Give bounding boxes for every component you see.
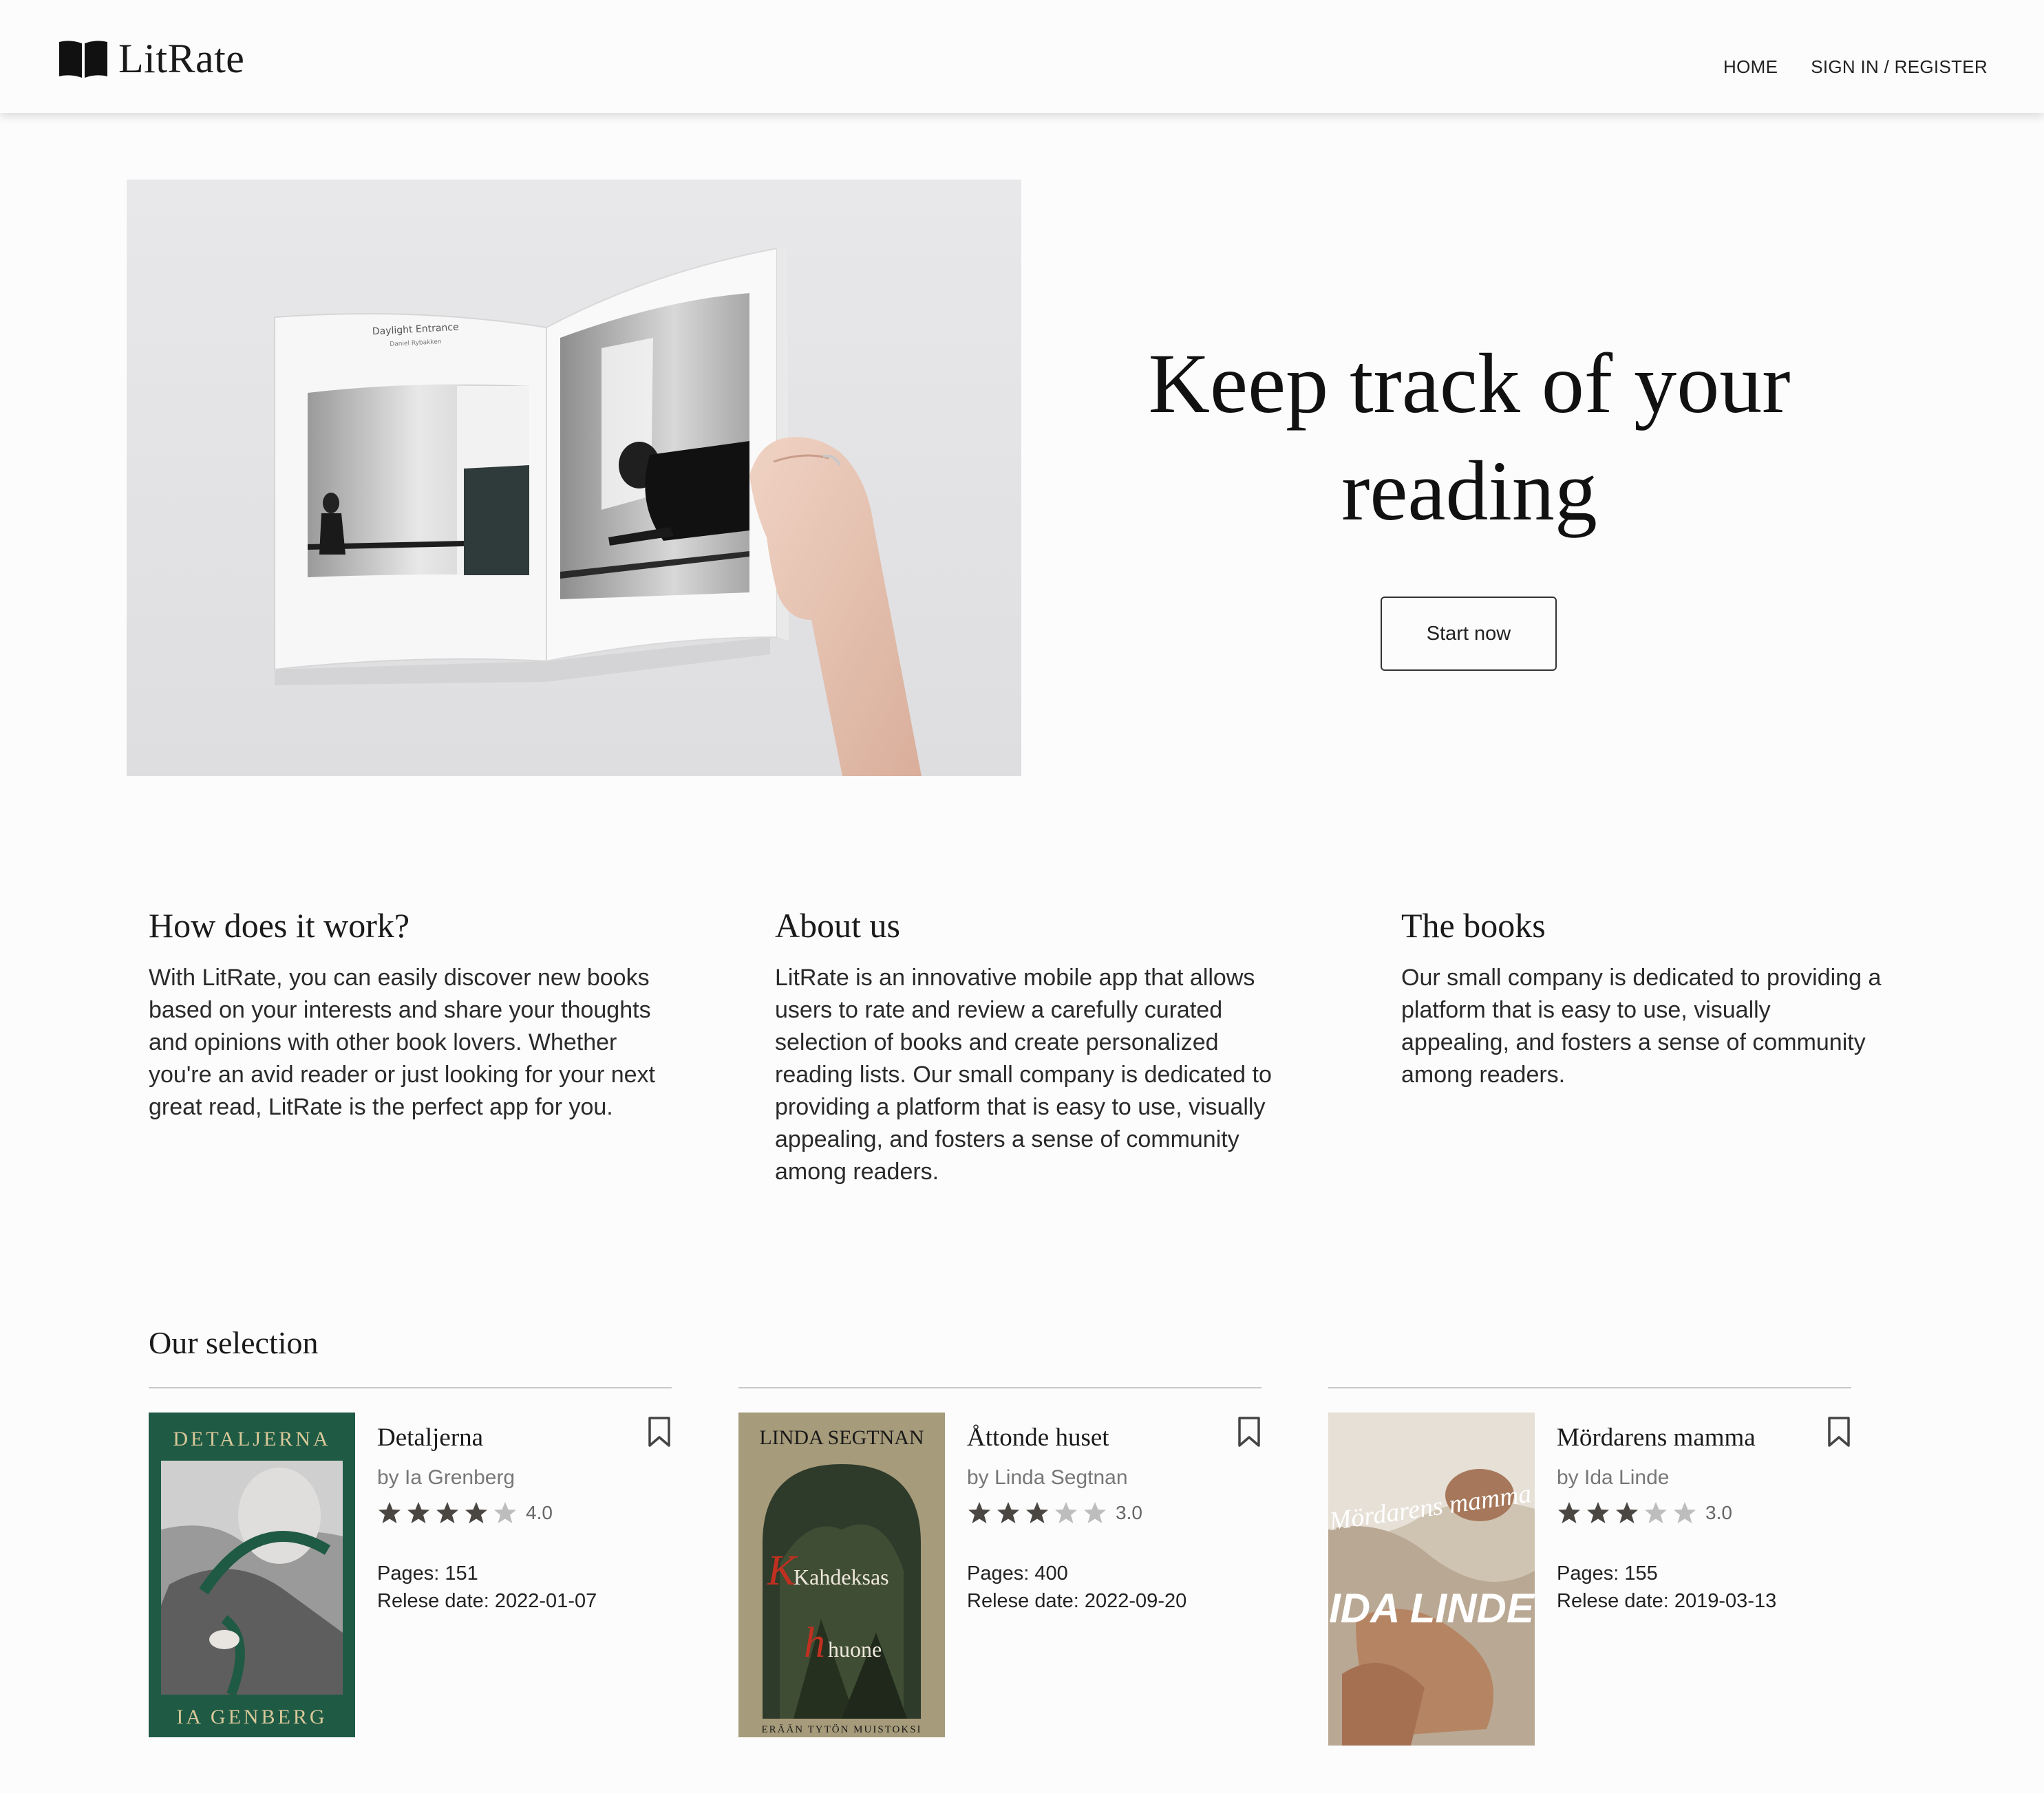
star-empty-icon	[1645, 1502, 1667, 1523]
main-nav: HOME SIGN IN / REGISTER	[1723, 56, 1988, 78]
star-filled-icon	[968, 1502, 990, 1523]
star-filled-icon	[997, 1502, 1019, 1523]
how-it-works-heading: How does it work?	[149, 906, 410, 945]
cover-top-text: DETALJERNA	[173, 1428, 330, 1450]
nav-home-link[interactable]: HOME	[1723, 56, 1778, 78]
book-info: Mördarens mamma by Ida Linde 3.0 Pages: …	[1557, 1423, 1846, 1615]
star-filled-icon	[1026, 1502, 1048, 1523]
book-meta: Pages: 155 Relese date: 2019-03-13	[1557, 1560, 1846, 1615]
book-title[interactable]: Detaljerna	[377, 1423, 666, 1452]
book-cover[interactable]: Mördarens mamma IDA LINDE	[1328, 1413, 1535, 1746]
svg-text:h: h	[804, 1620, 825, 1666]
book-pages: Pages: 151	[377, 1563, 478, 1585]
cover-bottom-text: ERÄÄN TYTÖN MUISTOKSI	[761, 1724, 922, 1735]
star-filled-icon	[436, 1502, 458, 1523]
star-filled-icon	[379, 1502, 401, 1523]
the-books-text: Our small company is dedicated to provid…	[1401, 965, 1882, 1088]
book-card[interactable]: LINDA SEGTNAN K Kahdeksas h huone ERÄÄN …	[738, 1387, 1261, 1746]
start-now-button[interactable]: Start now	[1381, 597, 1557, 671]
star-rating: 3.0	[1557, 1499, 1846, 1527]
book-release-date: Relese date: 2022-01-07	[377, 1590, 597, 1612]
hero-title: Keep track of your reading	[1148, 336, 1791, 538]
star-empty-icon	[1674, 1502, 1696, 1523]
cover-top-text: LINDA SEGTNAN	[759, 1426, 924, 1449]
open-book-photo: Daylight Entrance Daniel Rybakken	[127, 180, 1021, 776]
star-filled-icon	[1616, 1502, 1638, 1523]
book-cover-mordarens-mamma: Mördarens mamma IDA LINDE	[1328, 1413, 1535, 1746]
cover-author-text: IDA LINDE	[1329, 1585, 1535, 1631]
rating-value: 4.0	[526, 1502, 553, 1523]
top-navbar: LitRate HOME SIGN IN / REGISTER	[0, 0, 2044, 113]
book-card[interactable]: DETALJERNA IA GENBERG Detaljerna by Ia G…	[149, 1387, 672, 1746]
cover-bottom-text: IA GENBERG	[176, 1706, 327, 1728]
app-name: LitRate	[118, 35, 245, 81]
star-empty-icon	[1084, 1502, 1106, 1523]
bookmark-icon[interactable]	[1827, 1416, 1851, 1448]
nav-sign-in-register-link[interactable]: SIGN IN / REGISTER	[1811, 56, 1988, 78]
star-rating: 3.0	[967, 1499, 1256, 1527]
star-empty-icon	[494, 1502, 516, 1523]
star-empty-icon	[1055, 1502, 1077, 1523]
book-info: Detaljerna by Ia Grenberg 4.0 Pages: 151…	[377, 1423, 666, 1615]
our-selection-heading: Our selection	[149, 1325, 319, 1360]
book-author: by Linda Segtnan	[967, 1466, 1128, 1489]
about-us-heading: About us	[775, 906, 900, 945]
cover-middle-text: Kahdeksas	[794, 1565, 889, 1589]
cover-middle-text-2: huone	[828, 1637, 882, 1662]
star-filled-icon	[407, 1502, 429, 1523]
book-info: Åttonde huset by Linda Segtnan 3.0 Pages…	[967, 1423, 1256, 1615]
how-it-works-section: How does it work? With LitRate, you can …	[149, 901, 658, 1124]
book-author: by Ida Linde	[1557, 1466, 1670, 1489]
book-title[interactable]: Mördarens mamma	[1557, 1423, 1846, 1452]
book-meta: Pages: 400 Relese date: 2022-09-20	[967, 1560, 1256, 1615]
book-cover[interactable]: DETALJERNA IA GENBERG	[149, 1413, 355, 1737]
rating-value: 3.0	[1705, 1502, 1732, 1523]
star-filled-icon	[1587, 1502, 1609, 1523]
book-cover[interactable]: LINDA SEGTNAN K Kahdeksas h huone ERÄÄN …	[738, 1413, 945, 1737]
open-book-icon	[59, 41, 107, 78]
about-us-text: LitRate is an innovative mobile app that…	[775, 965, 1272, 1185]
book-cover-detaljerna: DETALJERNA IA GENBERG	[149, 1413, 355, 1737]
book-pages: Pages: 155	[1557, 1563, 1658, 1585]
star-filled-icon	[465, 1502, 487, 1523]
bookmark-icon[interactable]	[1237, 1416, 1261, 1448]
logo[interactable]: LitRate	[58, 34, 244, 83]
book-meta: Pages: 151 Relese date: 2022-01-07	[377, 1560, 666, 1615]
book-cover-attonde-huset: LINDA SEGTNAN K Kahdeksas h huone ERÄÄN …	[738, 1413, 945, 1737]
star-rating: 4.0	[377, 1499, 666, 1527]
book-release-date: Relese date: 2019-03-13	[1557, 1590, 1777, 1612]
how-it-works-text: With LitRate, you can easily discover ne…	[149, 965, 655, 1120]
star-filled-icon	[1558, 1502, 1580, 1523]
book-pages: Pages: 400	[967, 1563, 1068, 1585]
hero-image: Daylight Entrance Daniel Rybakken	[127, 180, 1021, 776]
book-author: by Ia Grenberg	[377, 1466, 515, 1489]
bookmark-icon[interactable]	[647, 1416, 672, 1448]
about-us-section: About us LitRate is an innovative mobile…	[775, 901, 1284, 1188]
book-release-date: Relese date: 2022-09-20	[967, 1590, 1187, 1612]
book-card[interactable]: Mördarens mamma IDA LINDE Mördarens mamm…	[1328, 1387, 1851, 1746]
rating-value: 3.0	[1116, 1502, 1142, 1523]
book-title[interactable]: Åttonde huset	[967, 1423, 1256, 1452]
the-books-section: The books Our small company is dedicated…	[1401, 901, 1883, 1091]
the-books-heading: The books	[1401, 906, 1546, 945]
